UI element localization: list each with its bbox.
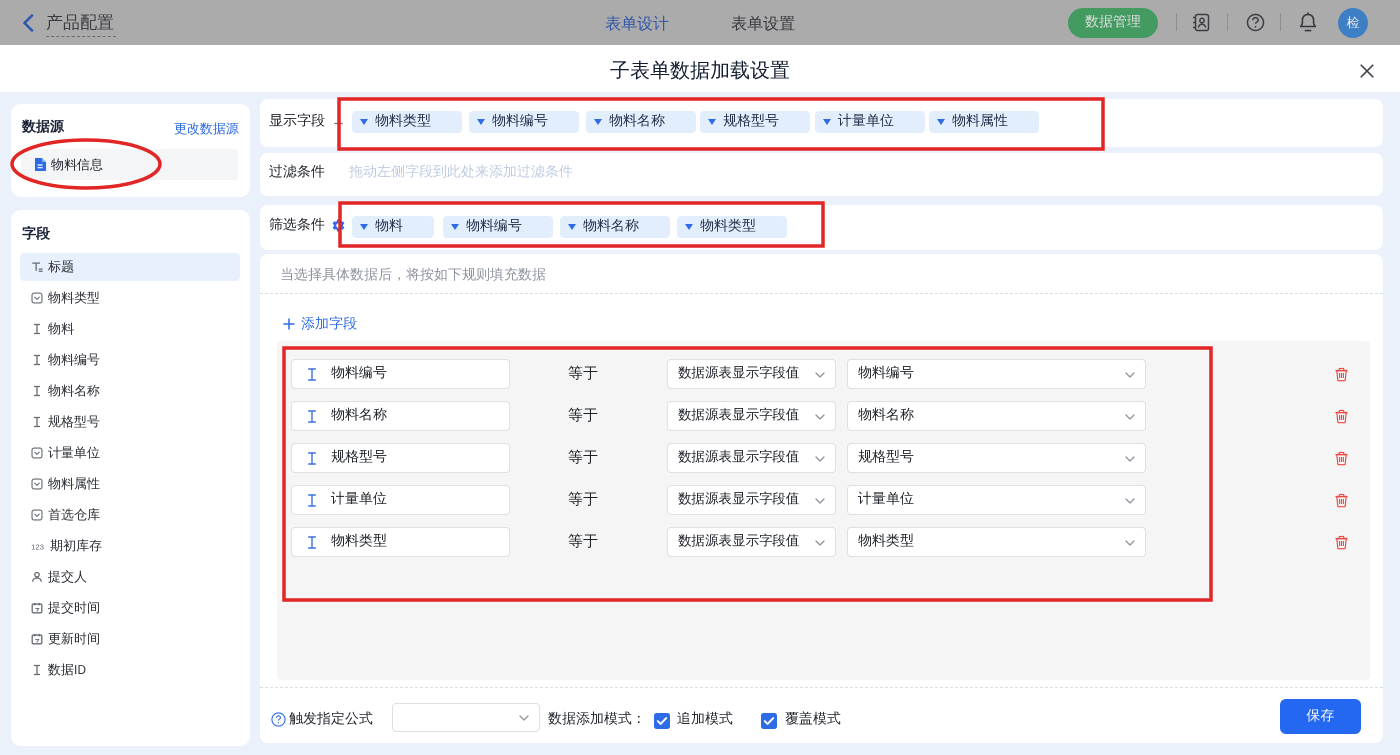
svg-text:123: 123 — [31, 543, 44, 552]
